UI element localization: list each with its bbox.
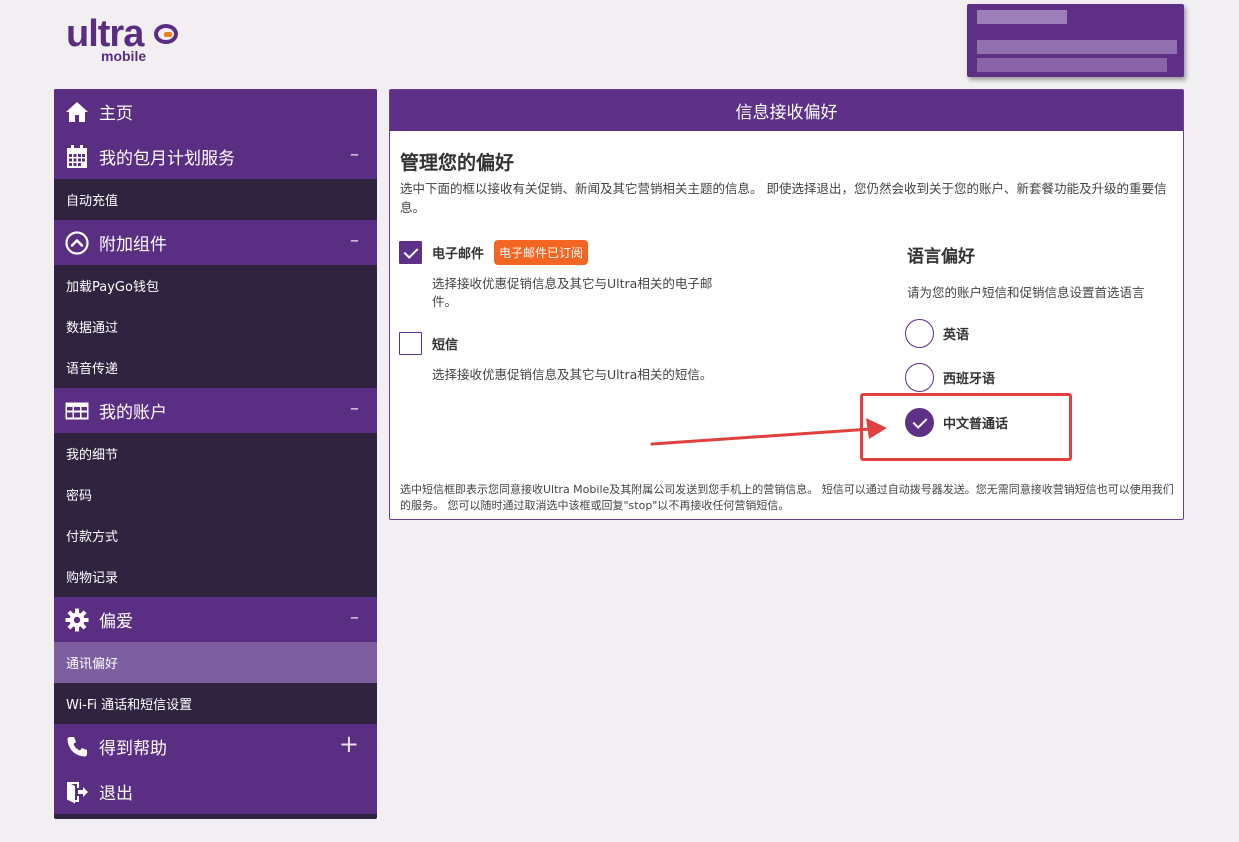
sidebar-item-label: 退出	[99, 784, 133, 804]
radio-label: 英语	[943, 328, 970, 343]
sidebar-item-purchase-history[interactable]: 购物记录	[54, 556, 377, 597]
language-option-spanish[interactable]: 西班牙语	[905, 363, 995, 392]
sidebar-item-payment-methods[interactable]: 付款方式	[54, 515, 377, 556]
exit-icon	[64, 779, 89, 804]
collapse-toggle[interactable]: –	[350, 144, 359, 165]
redacted-account-name	[977, 10, 1067, 24]
collapse-toggle[interactable]: –	[350, 398, 359, 419]
panel-title: 信息接收偏好	[390, 90, 1183, 131]
redacted-account-detail	[977, 58, 1167, 72]
sidebar-section-label: 我的包月计划服务	[99, 149, 235, 169]
logo-bubble-icon	[154, 24, 178, 44]
collapse-toggle[interactable]: –	[350, 230, 359, 251]
radio-spanish[interactable]	[905, 363, 934, 392]
sidebar-item-communication-preferences[interactable]: 通讯偏好	[54, 642, 377, 683]
sms-description: 选择接收优惠促销信息及其它与Ultra相关的短信。	[432, 367, 713, 382]
phone-icon	[64, 734, 89, 759]
page-heading: 管理您的偏好	[400, 152, 515, 174]
sms-consent-footnote: 选中短信框即表示您同意接收Ultra Mobile及其附属公司发送到您手机上的营…	[400, 483, 1174, 512]
sidebar-item-label: 主页	[99, 104, 133, 124]
redacted-account-detail	[977, 40, 1177, 54]
message-preferences-panel: 信息接收偏好 管理您的偏好 选中下面的框以接收有关促销、新闻及其它营销相关主题的…	[389, 89, 1184, 520]
sidebar-section-label: 得到帮助	[99, 739, 167, 759]
sidebar-section-plan[interactable]: 我的包月计划服务 –	[54, 134, 377, 179]
email-label: 电子邮件	[432, 247, 485, 262]
home-icon	[64, 99, 89, 124]
sms-checkbox[interactable]	[399, 332, 422, 355]
logo-subword: mobile	[101, 48, 147, 64]
sidebar-item-logout[interactable]: 退出	[54, 769, 377, 814]
sidebar-item-auto-recharge[interactable]: 自动充值	[54, 179, 377, 220]
sidebar-item-password[interactable]: 密码	[54, 474, 377, 515]
radio-english[interactable]	[905, 319, 934, 348]
intro-text: 选中下面的框以接收有关促销、新闻及其它营销相关主题的信息。 即使选择退出，您仍然…	[400, 181, 1167, 215]
sidebar-nav: 主页 我的包月计划服务 – 自动充值 附加组件 – 加载PayGo钱包 数据通过…	[54, 89, 377, 819]
sidebar-item-data-pass[interactable]: 数据通过	[54, 306, 377, 347]
chevron-up-circle-icon	[64, 230, 89, 255]
sms-label: 短信	[432, 338, 459, 353]
sidebar-section-addons[interactable]: 附加组件 –	[54, 220, 377, 265]
expand-toggle[interactable]: +	[339, 730, 359, 758]
sidebar-item-voice-pass[interactable]: 语音传递	[54, 347, 377, 388]
annotation-arrow-icon	[650, 418, 887, 446]
sidebar-item-home[interactable]: 主页	[54, 89, 377, 134]
email-checkbox[interactable]	[399, 241, 422, 264]
sidebar-item-wifi-calling-settings[interactable]: Wi-Fi 通话和短信设置	[54, 683, 377, 724]
sidebar-section-label: 偏爱	[99, 612, 133, 632]
sidebar-section-help[interactable]: 得到帮助 +	[54, 724, 377, 769]
calendar-icon	[64, 144, 89, 169]
sidebar-section-preferences[interactable]: 偏爱 –	[54, 597, 377, 642]
sidebar-item-paygo-wallet[interactable]: 加载PayGo钱包	[54, 265, 377, 306]
language-preference-title: 语言偏好	[907, 247, 975, 267]
ultra-mobile-logo[interactable]: ultra mobile	[66, 14, 186, 66]
sidebar-section-account[interactable]: 我的账户 –	[54, 388, 377, 433]
email-description: 选择接收优惠促销信息及其它与Ultra相关的电子邮件。	[432, 276, 713, 309]
sidebar-item-my-details[interactable]: 我的细节	[54, 433, 377, 474]
language-option-english[interactable]: 英语	[905, 319, 969, 348]
sidebar-section-label: 附加组件	[99, 235, 167, 255]
account-info-box	[967, 4, 1184, 77]
radio-label: 西班牙语	[943, 372, 996, 387]
gear-icon	[64, 607, 89, 632]
annotation-highlight-box	[860, 393, 1072, 461]
table-icon	[64, 398, 89, 423]
sidebar-section-label: 我的账户	[99, 403, 167, 423]
collapse-toggle[interactable]: –	[350, 607, 359, 628]
subscribed-badge: 电子邮件已订阅	[494, 240, 589, 265]
language-preference-subtitle: 请为您的账户短信和促销信息设置首选语言	[907, 285, 1145, 300]
